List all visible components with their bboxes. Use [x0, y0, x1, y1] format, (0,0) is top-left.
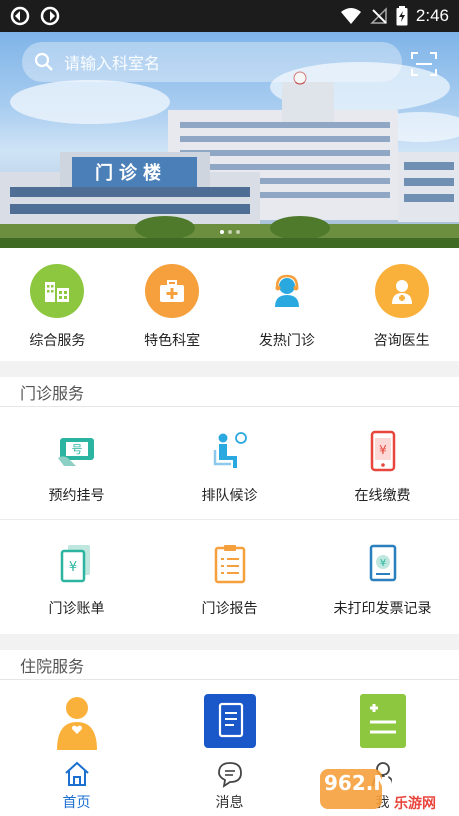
online-payment-button[interactable]: ¥ 在线缴费: [306, 407, 459, 519]
hero-banner[interactable]: 门诊楼 请输入科室名: [0, 32, 459, 248]
nav-home-label: 首页: [62, 795, 91, 811]
inpatient-section: 住院服务: [0, 650, 459, 750]
service-label: 门诊报告: [201, 601, 258, 617]
quick-item-general-service[interactable]: 综合服务: [0, 248, 115, 361]
inpatient-patient-button[interactable]: [0, 680, 153, 750]
svg-text:¥: ¥: [379, 558, 385, 569]
invoice-icon: ¥: [359, 540, 407, 588]
quick-item-consult-doctor[interactable]: 咨询医生: [344, 248, 459, 361]
hospital-sign: 门诊楼: [95, 163, 167, 184]
building-icon: [30, 264, 85, 318]
search-placeholder: 请输入科室名: [64, 54, 161, 73]
doctor-icon: [374, 264, 429, 318]
quick-item-label: 特色科室: [144, 333, 201, 349]
service-row: 号 预约挂号 排队候诊 ¥ 在线缴费: [0, 407, 459, 520]
registration-ticket-icon: 号: [53, 427, 101, 475]
section-title: 门诊服务: [0, 377, 459, 407]
battery-icon: [396, 6, 408, 26]
service-label: 未打印发票记录: [333, 601, 432, 617]
sync-icon: [10, 6, 30, 26]
status-time: 2:46: [415, 6, 449, 25]
queue-waiting-button[interactable]: 排队候诊: [153, 407, 306, 519]
svg-text:¥: ¥: [379, 443, 387, 457]
no-signal-icon: [370, 7, 387, 24]
phone-payment-icon: ¥: [359, 427, 407, 475]
sync-icon-2: [40, 6, 60, 26]
service-label: 排队候诊: [201, 488, 258, 504]
quick-services: 综合服务 特色科室 发热门诊 咨询医生: [0, 248, 459, 361]
outpatient-report-button[interactable]: 门诊报告: [153, 520, 306, 633]
section-title: 住院服务: [0, 650, 459, 680]
outpatient-section: 门诊服务 号 预约挂号 排队候诊 ¥ 在线缴费 ¥ 门诊账单 门诊报告 ¥ 未打…: [0, 377, 459, 634]
scroll-document-icon: [203, 694, 256, 748]
quick-item-label: 综合服务: [29, 333, 86, 349]
svg-text:号: 号: [71, 443, 82, 456]
nav-home[interactable]: 首页: [0, 750, 153, 816]
status-bar: 2:46: [0, 0, 459, 32]
waiting-seat-icon: [206, 427, 254, 475]
doctor-headset-icon: [259, 264, 314, 318]
report-clipboard-icon: [206, 540, 254, 588]
bill-document-icon: ¥: [53, 540, 101, 588]
scan-icon[interactable]: [410, 50, 438, 78]
service-label: 预约挂号: [48, 488, 105, 504]
home-icon: [64, 761, 89, 786]
watermark-brand: 962.NET: [324, 771, 418, 795]
inpatient-list-button[interactable]: [306, 680, 459, 750]
quick-item-fever-clinic[interactable]: 发热门诊: [230, 248, 345, 361]
screen: 2:46 门诊楼 请输入科室名 综合服务 特色科室 发热门诊 咨询医生 门诊服务…: [0, 0, 459, 816]
watermark-sub: 乐游网: [394, 796, 436, 812]
service-row: ¥ 门诊账单 门诊报告 ¥ 未打印发票记录: [0, 520, 459, 633]
search-icon: [34, 52, 53, 71]
inpatient-record-button[interactable]: [153, 680, 306, 750]
unprinted-invoice-button[interactable]: ¥ 未打印发票记录: [306, 520, 459, 633]
nav-messages[interactable]: 消息: [153, 750, 306, 816]
quick-item-special-department[interactable]: 特色科室: [115, 248, 230, 361]
appointment-registration-button[interactable]: 号 预约挂号: [0, 407, 153, 519]
medical-kit-icon: [145, 264, 200, 318]
service-label: 门诊账单: [48, 601, 105, 617]
list-document-icon: [359, 694, 406, 748]
service-label: 在线缴费: [354, 488, 411, 504]
quick-item-label: 咨询医生: [373, 333, 430, 349]
chat-icon: [217, 762, 242, 788]
svg-text:¥: ¥: [68, 560, 76, 575]
watermark-logo: 962.NET 乐游网: [318, 765, 458, 813]
nav-messages-label: 消息: [215, 795, 244, 811]
patient-icon: [56, 697, 97, 750]
outpatient-bill-button[interactable]: ¥ 门诊账单: [0, 520, 153, 633]
quick-item-label: 发热门诊: [258, 333, 315, 349]
search-input[interactable]: 请输入科室名: [22, 42, 402, 82]
wifi-icon: [340, 8, 361, 24]
